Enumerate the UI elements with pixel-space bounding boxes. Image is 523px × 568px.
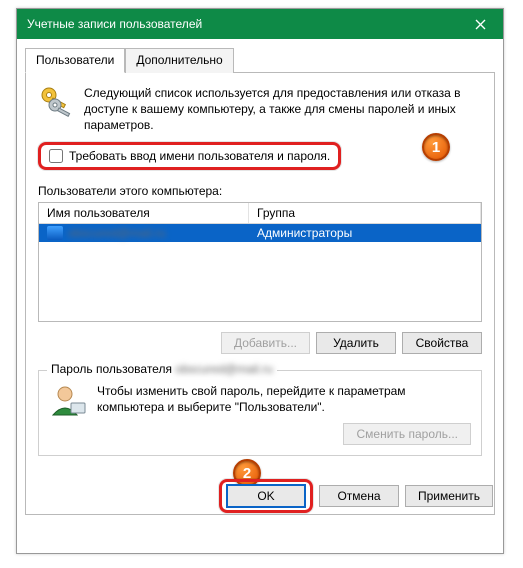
users-list-header: Имя пользователя Группа <box>39 203 481 224</box>
tab-advanced-label: Дополнительно <box>136 53 222 67</box>
col-username[interactable]: Имя пользователя <box>39 203 249 223</box>
password-group-text: Чтобы изменить свой пароль, перейдите к … <box>97 383 471 415</box>
dialog-buttons-row: OK Отмена Применить <box>219 479 493 513</box>
cell-group: Администраторы <box>249 224 481 242</box>
user-avatar-icon <box>49 383 87 424</box>
window-title: Учетные записи пользователей <box>27 17 202 31</box>
apply-button[interactable]: Применить <box>405 485 493 507</box>
cancel-button[interactable]: Отмена <box>319 485 399 507</box>
dialog-window: Учетные записи пользователей Пользовател… <box>16 8 504 554</box>
remove-button[interactable]: Удалить <box>316 332 396 354</box>
password-group-legend: Пароль пользователя obscured@mail.ru <box>47 362 277 376</box>
tab-users[interactable]: Пользователи <box>25 48 125 73</box>
description-text: Следующий список используется для предос… <box>84 85 482 134</box>
close-icon <box>475 19 486 30</box>
cell-username: obscured@mail.ru <box>39 224 249 242</box>
client-area: Пользователи Дополнительно Следующий спи… <box>17 39 503 523</box>
add-button: Добавить... <box>221 332 310 354</box>
require-credentials-row: Требовать ввод имени пользователя и паро… <box>38 142 341 170</box>
tab-advanced[interactable]: Дополнительно <box>125 48 233 73</box>
tab-strip: Пользователи Дополнительно <box>25 47 495 73</box>
col-group[interactable]: Группа <box>249 203 481 223</box>
users-keys-icon <box>38 85 74 134</box>
tab-panel-users: Следующий список используется для предос… <box>25 73 495 515</box>
user-buttons-row: Добавить... Удалить Свойства <box>38 332 482 354</box>
require-credentials-checkbox[interactable] <box>49 149 63 163</box>
users-listbox[interactable]: Имя пользователя Группа obscured@mail.ru… <box>38 202 482 322</box>
require-credentials-label: Требовать ввод имени пользователя и паро… <box>69 149 330 163</box>
tab-users-label: Пользователи <box>36 53 114 67</box>
annotation-badge-1: 1 <box>422 133 450 161</box>
properties-button[interactable]: Свойства <box>402 332 482 354</box>
user-icon <box>47 226 63 240</box>
password-groupbox: Пароль пользователя obscured@mail.ru Что… <box>38 370 482 456</box>
titlebar[interactable]: Учетные записи пользователей <box>17 9 503 39</box>
users-list-label: Пользователи этого компьютера: <box>38 184 482 198</box>
ok-highlight: OK <box>219 479 313 513</box>
ok-button[interactable]: OK <box>226 484 306 508</box>
close-button[interactable] <box>458 9 503 39</box>
change-password-button: Сменить пароль... <box>343 423 471 445</box>
table-row[interactable]: obscured@mail.ru Администраторы <box>39 224 481 242</box>
